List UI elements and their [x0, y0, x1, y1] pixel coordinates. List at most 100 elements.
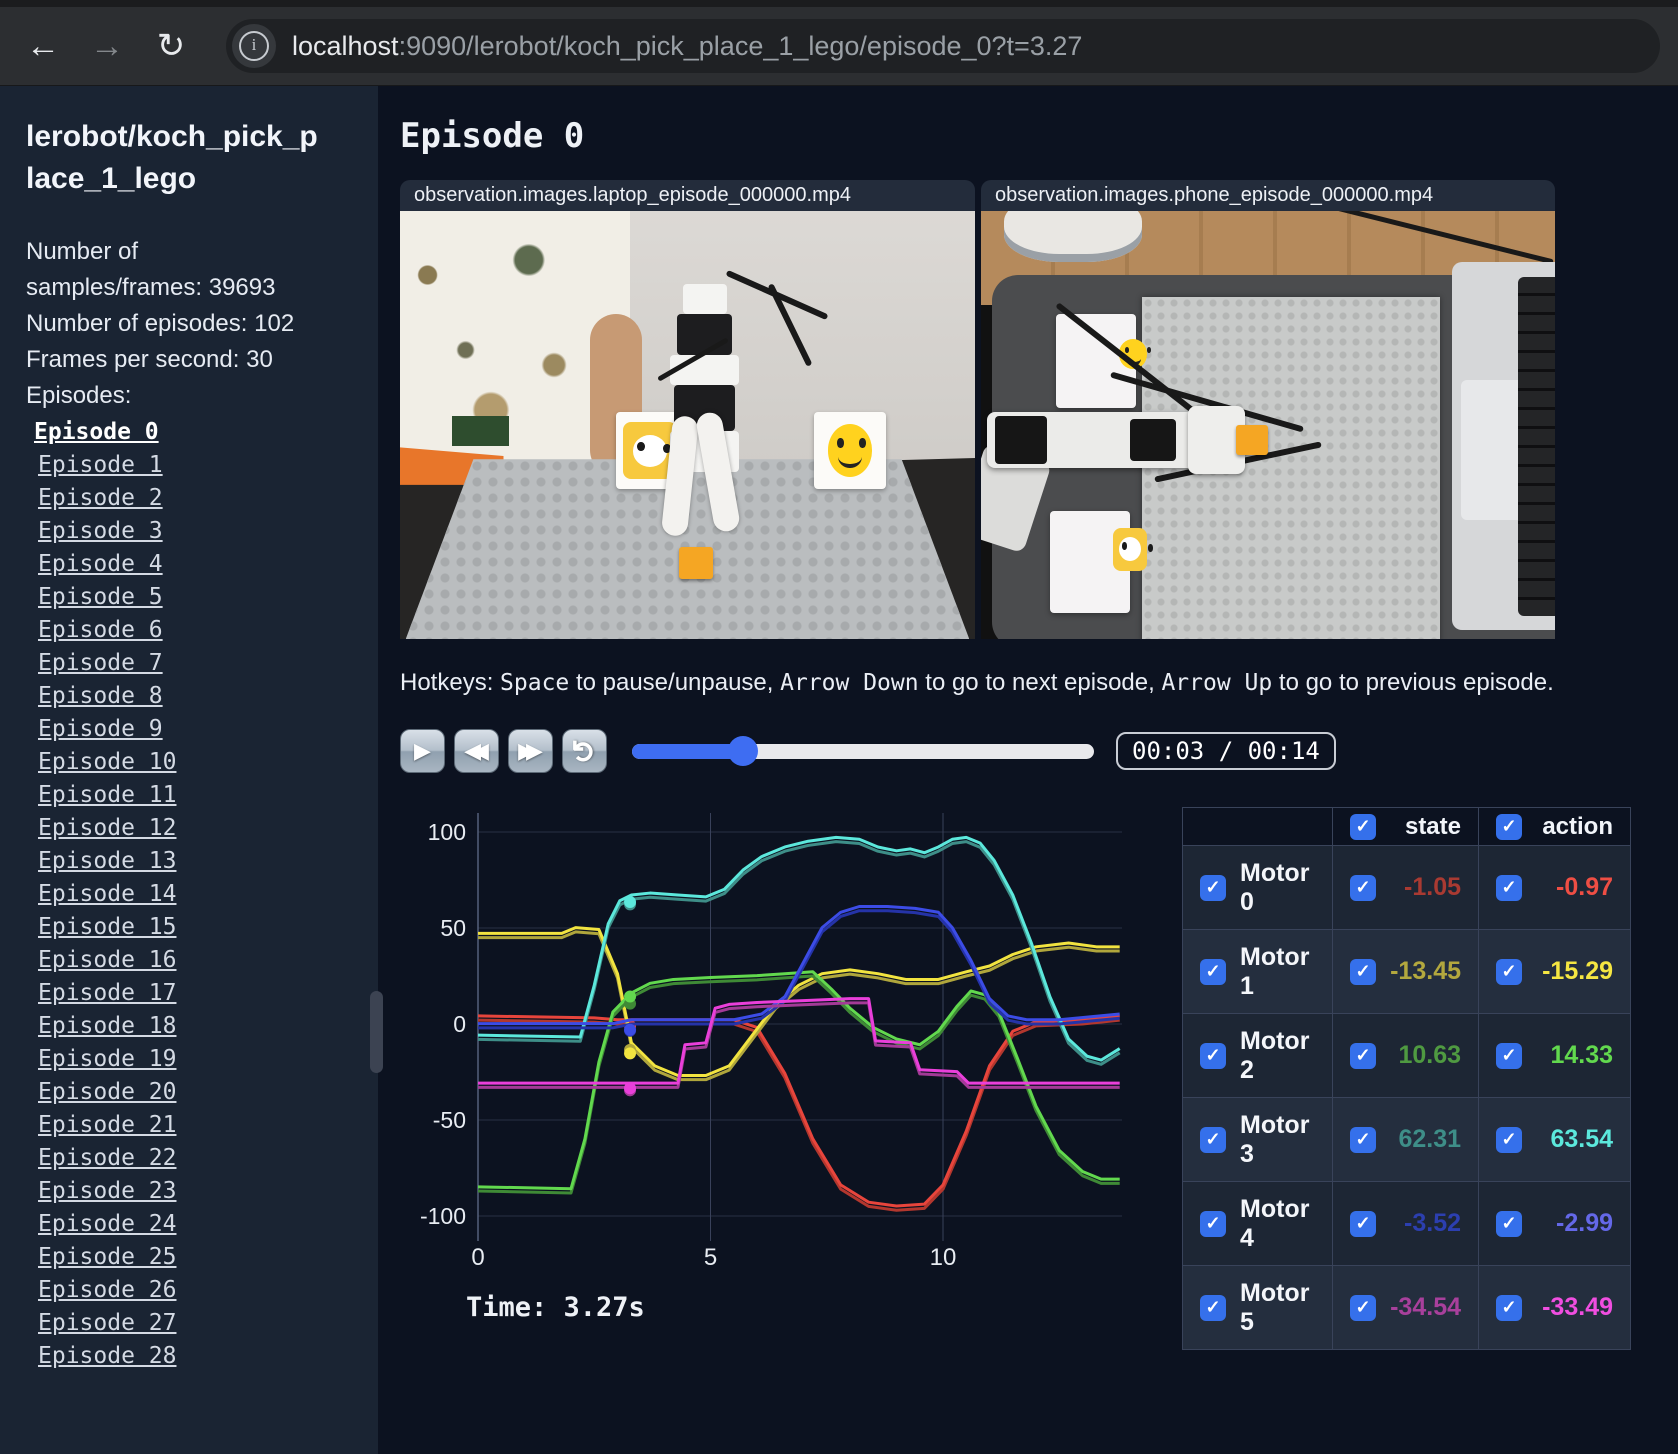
episode-link[interactable]: Episode 18 [38, 1010, 358, 1043]
motor-header-cell [1182, 807, 1333, 846]
address-bar[interactable]: i localhost:9090/lerobot/koch_pick_place… [226, 19, 1660, 73]
svg-text:-100: -100 [420, 1203, 466, 1229]
video-row: observation.images.laptop_episode_000000… [400, 180, 1678, 639]
action-checkbox[interactable]: ✓ [1496, 874, 1522, 901]
video-phone[interactable] [981, 211, 1555, 639]
episode-link[interactable]: Episode 4 [38, 548, 358, 581]
svg-text:10: 10 [930, 1244, 957, 1271]
back-icon[interactable]: ← [22, 27, 64, 66]
hotkeys-segment: to pause/unpause, [569, 669, 781, 696]
state-checkbox[interactable]: ✓ [1350, 1294, 1376, 1321]
episode-link[interactable]: Episode 21 [38, 1109, 358, 1142]
state-value: 10.63 [1398, 1041, 1461, 1069]
rewind-icon: ◀◀ [464, 738, 489, 763]
url-text: localhost:9090/lerobot/koch_pick_place_1… [292, 31, 1082, 62]
state-checkbox[interactable]: ✓ [1350, 874, 1376, 901]
motor-chart[interactable]: 100500-50-1000 5 10 [400, 799, 1126, 1277]
episode-link[interactable]: Episode 8 [38, 680, 358, 713]
player-controls: ▶ ◀◀ ▶▶ ↻ 00:03 / 00:14 [400, 729, 1678, 773]
episode-link[interactable]: Episode 14 [38, 878, 358, 911]
action-checkbox[interactable]: ✓ [1496, 1210, 1522, 1237]
state-checkbox[interactable]: ✓ [1350, 1126, 1376, 1153]
action-all-checkbox[interactable]: ✓ [1496, 813, 1522, 840]
action-header-label: action [1542, 812, 1613, 840]
action-checkbox[interactable]: ✓ [1496, 958, 1522, 985]
forward-icon[interactable]: → [86, 27, 128, 66]
motor-checkbox[interactable]: ✓ [1200, 874, 1226, 901]
episode-link[interactable]: Episode 26 [38, 1274, 358, 1307]
seek-slider-thumb[interactable] [727, 735, 758, 766]
action-value: -33.49 [1542, 1293, 1613, 1321]
fast-forward-button[interactable]: ▶▶ [508, 729, 553, 773]
episode-link[interactable]: Episode 12 [38, 812, 358, 845]
site-info-icon[interactable]: i [232, 24, 276, 68]
episode-link[interactable]: Episode 24 [38, 1208, 358, 1241]
shoe [1003, 211, 1142, 263]
motor-label: Motor 4 [1240, 1194, 1310, 1252]
action-header-cell: ✓ action [1478, 807, 1631, 846]
play-button[interactable]: ▶ [400, 729, 445, 773]
episode-link[interactable]: Episode 22 [38, 1142, 358, 1175]
state-value: -34.54 [1390, 1293, 1461, 1321]
motor-table: ✓ state ✓ action ✓ Motor 0 ✓ -1.05 ✓ -0.97 ✓ Mot… [1182, 807, 1631, 1350]
svg-text:100: 100 [428, 819, 466, 845]
episode-link[interactable]: Episode 1 [38, 449, 358, 482]
episode-link[interactable]: Episode 28 [38, 1340, 358, 1373]
reload-icon[interactable]: ↻ [150, 26, 192, 66]
seek-slider[interactable] [632, 735, 1094, 766]
state-checkbox[interactable]: ✓ [1350, 958, 1376, 985]
episode-link[interactable]: Episode 9 [38, 713, 358, 746]
video-laptop[interactable] [400, 211, 975, 639]
url-path: :9090/lerobot/koch_pick_place_1_lego/epi… [398, 30, 1083, 61]
action-checkbox[interactable]: ✓ [1496, 1042, 1522, 1069]
bottom-row: 100 50 0 -50 -100 0 5 10 Time: 3.27s ✓ state ✓ ac… [400, 799, 1678, 1350]
svg-text:50: 50 [440, 915, 466, 941]
lego-baseplate-top [1141, 296, 1441, 639]
episode-link[interactable]: Episode 5 [38, 581, 358, 614]
action-checkbox[interactable]: ✓ [1496, 1126, 1522, 1153]
motor-row: ✓ Motor 1 ✓ -13.45 ✓ -15.29 [1182, 929, 1631, 1014]
episode-link[interactable]: Episode 23 [38, 1175, 358, 1208]
hotkeys-segment: to go to previous episode. [1272, 669, 1554, 696]
state-value: -1.05 [1404, 873, 1461, 901]
state-all-checkbox[interactable]: ✓ [1350, 813, 1376, 840]
video-panel-laptop: observation.images.laptop_episode_000000… [400, 180, 975, 639]
episode-link[interactable]: Episode 19 [38, 1043, 358, 1076]
page-title: Episode 0 [400, 116, 585, 156]
episode-link[interactable]: Episode 10 [38, 746, 358, 779]
state-checkbox[interactable]: ✓ [1350, 1210, 1376, 1237]
stat-line: Number of [26, 238, 139, 265]
sidebar-resize-handle[interactable] [370, 991, 383, 1073]
episode-link[interactable]: Episode 25 [38, 1241, 358, 1274]
state-checkbox[interactable]: ✓ [1350, 1042, 1376, 1069]
episode-link[interactable]: Episode 11 [38, 779, 358, 812]
hotkeys-segment: Space [500, 670, 570, 696]
episode-link[interactable]: Episode 2 [38, 482, 358, 515]
loop-button[interactable]: ↻ [562, 729, 607, 773]
motor-checkbox[interactable]: ✓ [1200, 1294, 1226, 1321]
action-checkbox[interactable]: ✓ [1496, 1294, 1522, 1321]
episode-link[interactable]: Episode 6 [38, 614, 358, 647]
episode-link[interactable]: Episode 3 [38, 515, 358, 548]
time-display: 00:03 / 00:14 [1116, 732, 1336, 770]
cursor-dot-action-2 [624, 990, 637, 1003]
episode-link[interactable]: Episode 13 [38, 845, 358, 878]
hotkeys-segment: Arrow Down [780, 670, 919, 696]
episode-link[interactable]: Episode 15 [38, 911, 358, 944]
episode-link[interactable]: Episode 20 [38, 1076, 358, 1109]
episode-link[interactable]: Episode 27 [38, 1307, 358, 1340]
rewind-button[interactable]: ◀◀ [454, 729, 499, 773]
state-value: 62.31 [1398, 1125, 1461, 1153]
motor-row: ✓ Motor 0 ✓ -1.05 ✓ -0.97 [1182, 845, 1631, 930]
episode-link[interactable]: Episode 17 [38, 977, 358, 1010]
motor-checkbox[interactable]: ✓ [1200, 1126, 1226, 1153]
episode-link[interactable]: Episode 16 [38, 944, 358, 977]
motor-checkbox[interactable]: ✓ [1200, 958, 1226, 985]
video-caption-phone: observation.images.phone_episode_000000.… [981, 180, 1555, 211]
motor-checkbox[interactable]: ✓ [1200, 1210, 1226, 1237]
episode-link[interactable]: Episode 0 [34, 416, 358, 449]
motor-checkbox[interactable]: ✓ [1200, 1042, 1226, 1069]
episode-link[interactable]: Episode 7 [38, 647, 358, 680]
action-value: -2.99 [1556, 1209, 1613, 1237]
action-value: -0.97 [1556, 873, 1613, 901]
